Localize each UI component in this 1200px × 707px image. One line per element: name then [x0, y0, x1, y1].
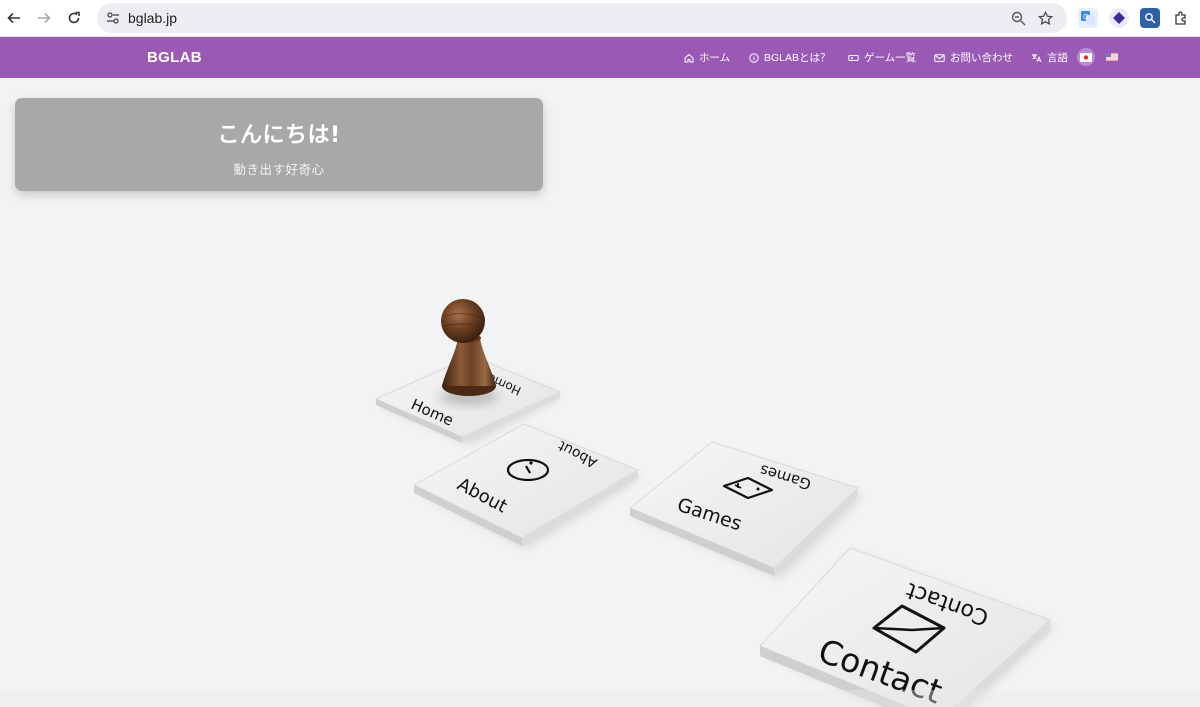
board-scene: Home Home About About Games Games Contac… — [0, 299, 1200, 707]
star-icon[interactable] — [1036, 9, 1054, 27]
zoom-icon[interactable] — [1009, 9, 1027, 27]
nav-games[interactable]: ゲーム一覧 — [848, 50, 916, 65]
nav-about-label: BGLABとは？ — [764, 52, 831, 64]
home-icon — [684, 53, 694, 62]
nav-about[interactable]: BGLABとは？ — [749, 50, 831, 65]
arrow-right-icon — [38, 12, 51, 24]
gamepad-icon — [848, 54, 859, 61]
envelope-icon — [934, 53, 945, 62]
forward-button[interactable] — [33, 7, 55, 29]
translate-icon — [1032, 53, 1042, 62]
nav-home[interactable]: ホーム — [684, 50, 730, 65]
search-extension-icon[interactable] — [1140, 8, 1160, 28]
site-settings-icon[interactable] — [105, 10, 121, 26]
page-fold-shadow — [0, 690, 1200, 707]
board-tile-contact[interactable]: Contact Contact — [759, 547, 1054, 707]
puzzle-extensions-icon[interactable] — [1171, 8, 1191, 28]
purple-diamond-extension-icon[interactable] — [1109, 8, 1129, 28]
nav-contact-label: お問い合わせ — [950, 52, 1013, 64]
board-tile-about[interactable]: About About — [413, 423, 640, 548]
reload-button[interactable] — [63, 7, 85, 29]
nav-language-label: 言語 — [1047, 52, 1068, 64]
info-circle-icon — [749, 52, 759, 63]
japanese-flag-icon[interactable] — [1077, 48, 1095, 66]
site-brand[interactable]: BGLAB — [147, 49, 202, 66]
reload-icon — [68, 11, 80, 24]
arrow-left-icon — [7, 12, 20, 24]
wooden-pawn-piece[interactable] — [439, 299, 499, 405]
greeting-card: こんにちは! 動き出す好奇心 — [15, 98, 543, 191]
translate-extension-icon[interactable]: G — [1078, 8, 1098, 28]
nav-language[interactable]: 言語 — [1031, 50, 1068, 65]
nav-home-label: ホーム — [699, 52, 731, 64]
back-button[interactable] — [3, 7, 25, 29]
address-bar[interactable]: bglab.jp — [97, 3, 1067, 33]
url-text[interactable]: bglab.jp — [128, 10, 177, 26]
svg-text:G: G — [1083, 13, 1088, 21]
hero-title: こんにちは! — [217, 123, 341, 148]
board-tile-games[interactable]: Games Games — [629, 441, 862, 578]
browser-toolbar: bglab.jp G — [0, 0, 1200, 37]
us-flag-icon[interactable] — [1103, 48, 1121, 66]
nav-games-label: ゲーム一覧 — [864, 52, 917, 64]
nav-contact[interactable]: お問い合わせ — [934, 50, 1013, 65]
hero-subtitle: 動き出す好奇心 — [233, 162, 325, 177]
site-navbar: BGLAB ホーム BGLABとは？ ゲーム一覧 お問い合わせ 言語 — [0, 37, 1200, 78]
